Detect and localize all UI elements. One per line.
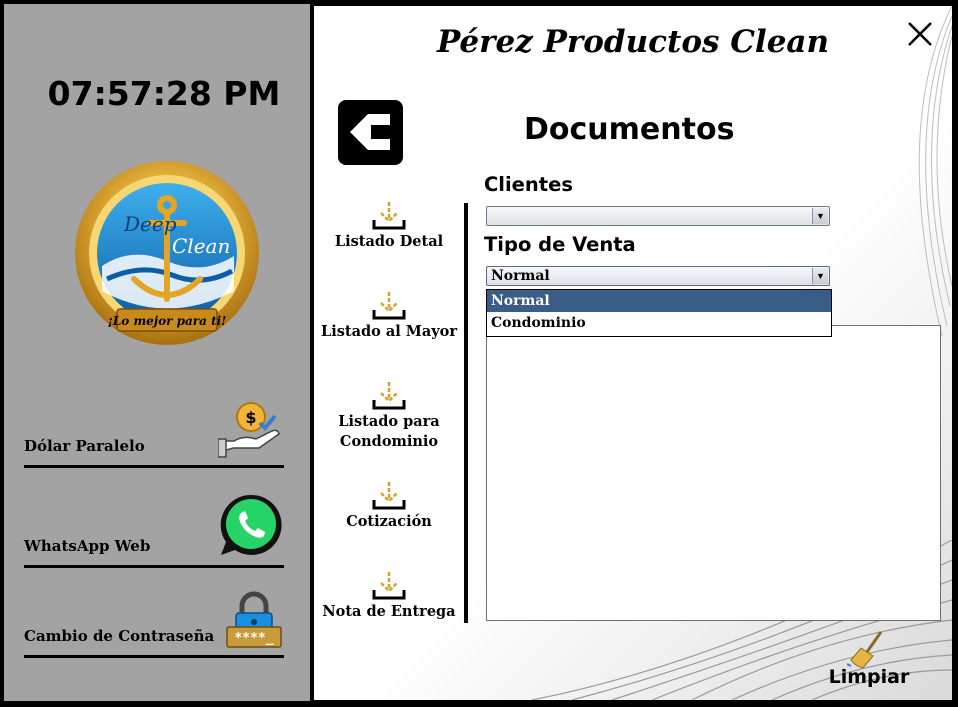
listado-condominio-label: Listado para Condominio: [338, 413, 440, 450]
download-icon: [372, 292, 406, 320]
sidebar: 07:57:28 PM ¡Lo mejor para ti! Deep Clea…: [4, 4, 310, 701]
option-normal[interactable]: Normal: [487, 290, 831, 312]
clientes-select[interactable]: ▼: [486, 206, 830, 226]
svg-text:Deep: Deep: [123, 212, 177, 236]
brand-title: Pérez Productos Clean: [436, 24, 830, 60]
dolar-paralelo-label: Dólar Paralelo: [24, 437, 145, 455]
cambio-contrasena-button[interactable]: Cambio de Contraseña ****_: [24, 591, 284, 658]
listado-condominio-button[interactable]: Listado para Condominio: [314, 378, 464, 452]
listado-mayor-label: Listado al Mayor: [321, 323, 457, 340]
password-lock-icon: ****_: [226, 591, 282, 648]
chevron-down-icon[interactable]: ▼: [812, 268, 828, 284]
cambio-contrasena-label: Cambio de Contraseña: [24, 627, 215, 645]
listado-detal-button[interactable]: Listado Detal: [314, 198, 464, 252]
dolar-paralelo-button[interactable]: Dólar Paralelo $: [24, 402, 284, 468]
whatsapp-icon: [220, 494, 282, 555]
nota-entrega-button[interactable]: Nota de Entrega: [314, 568, 464, 622]
clear-button[interactable]: Limpiar: [814, 626, 924, 696]
clientes-label: Clientes: [484, 173, 573, 196]
back-arrow-icon[interactable]: [338, 100, 403, 165]
clock-display: 07:57:28 PM: [47, 74, 281, 113]
download-icon: [372, 482, 406, 510]
whatsapp-web-label: WhatsApp Web: [24, 537, 151, 555]
nota-entrega-label: Nota de Entrega: [322, 603, 456, 620]
clear-label: Limpiar: [828, 666, 910, 688]
deep-clean-logo: ¡Lo mejor para ti! Deep Clean: [75, 161, 259, 345]
listado-mayor-button[interactable]: Listado al Mayor: [314, 288, 464, 342]
download-icon: [372, 382, 406, 410]
tipo-venta-label: Tipo de Venta: [484, 233, 636, 256]
main-panel: Pérez Productos Clean Documentos Listado…: [314, 6, 952, 700]
tipo-venta-select[interactable]: Normal ▼: [486, 266, 830, 286]
option-condominio[interactable]: Condominio: [487, 312, 831, 334]
cotizacion-button[interactable]: Cotización: [314, 478, 464, 532]
chevron-down-icon[interactable]: ▼: [812, 208, 828, 224]
svg-text:Clean: Clean: [172, 234, 230, 258]
download-icon: [372, 572, 406, 600]
svg-text:****_: ****_: [234, 631, 273, 646]
app-window: 07:57:28 PM ¡Lo mejor para ti! Deep Clea…: [0, 0, 958, 707]
dollar-hand-icon: $: [218, 402, 280, 458]
close-icon[interactable]: [906, 20, 934, 48]
document-textarea[interactable]: [486, 325, 941, 621]
nav-divider: [464, 203, 468, 623]
cotizacion-label: Cotización: [346, 513, 432, 530]
tipo-venta-value: Normal: [491, 268, 550, 284]
tipo-venta-dropdown: Normal Condominio: [486, 289, 832, 337]
page-title: Documentos: [524, 112, 735, 147]
listado-detal-label: Listado Detal: [334, 233, 444, 250]
broom-icon: [847, 631, 883, 669]
whatsapp-web-button[interactable]: WhatsApp Web: [24, 494, 284, 568]
svg-text:¡Lo mejor para ti!: ¡Lo mejor para ti!: [108, 314, 227, 328]
download-icon: [372, 202, 406, 230]
svg-text:$: $: [245, 408, 256, 427]
